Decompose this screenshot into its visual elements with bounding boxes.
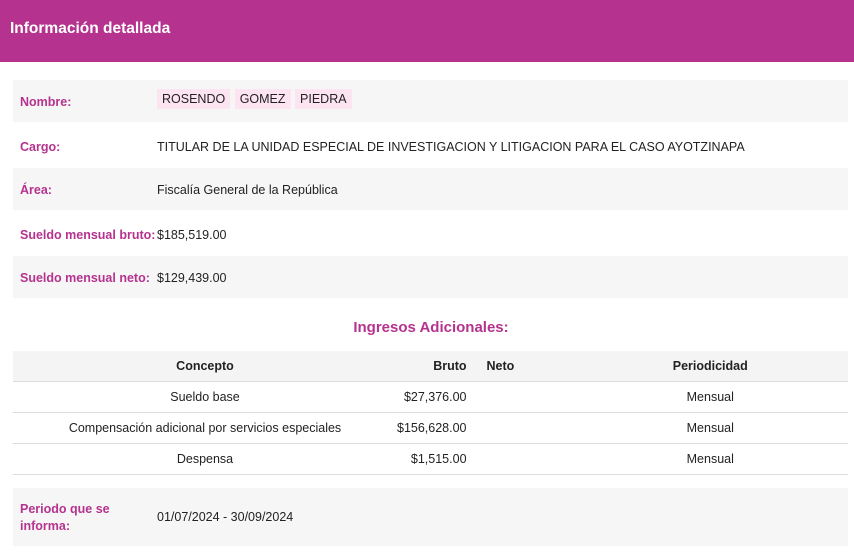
col-header-neto: Neto: [466, 351, 573, 382]
field-label-neto: Sueldo mensual neto:: [20, 271, 150, 285]
section-title-ingresos: Ingresos Adicionales:: [353, 319, 509, 336]
name-chip-first: ROSENDO: [157, 89, 231, 109]
ingresos-table: Concepto Bruto Neto Periodicidad Sueldo …: [13, 351, 848, 475]
cell-periodicidad: Mensual: [572, 381, 848, 413]
field-value-cargo: TITULAR DE LA UNIDAD ESPECIAL DE INVESTI…: [157, 140, 745, 154]
cell-bruto: $27,376.00: [397, 381, 467, 413]
table-row: Despensa $1,515.00 Mensual: [13, 443, 848, 475]
field-row-cargo: Cargo: TITULAR DE LA UNIDAD ESPECIAL DE …: [13, 124, 848, 168]
field-row-bruto: Sueldo mensual bruto: $185,519.00: [13, 212, 848, 256]
field-label-area: Área:: [20, 183, 52, 197]
name-chip-last2: PIEDRA: [295, 89, 352, 109]
field-value-nombre: ROSENDO GOMEZ PIEDRA: [157, 89, 353, 109]
col-header-concepto: Concepto: [13, 351, 397, 382]
cell-periodicidad: Mensual: [572, 443, 848, 475]
page-title: Información detallada: [10, 20, 171, 37]
field-row-nombre: Nombre: ROSENDO GOMEZ PIEDRA: [13, 80, 848, 122]
cell-neto: [466, 412, 573, 444]
field-value-neto: $129,439.00: [157, 271, 227, 285]
cell-periodicidad: Mensual: [572, 412, 848, 444]
field-value-periodo: 01/07/2024 - 30/09/2024: [157, 510, 294, 524]
cell-bruto: $1,515.00: [397, 443, 467, 475]
page-header: Información detallada: [0, 0, 854, 62]
table-row: Sueldo base $27,376.00 Mensual: [13, 381, 848, 413]
cell-concepto: Compensación adicional por servicios esp…: [13, 412, 397, 444]
cell-bruto: $156,628.00: [397, 412, 467, 444]
cell-concepto: Despensa: [13, 443, 397, 475]
field-label-periodo-line1: Periodo que se: [20, 502, 110, 516]
field-row-neto: Sueldo mensual neto: $129,439.00: [13, 256, 848, 298]
field-value-bruto: $185,519.00: [157, 228, 227, 242]
field-row-periodo: Periodo que se informa: 01/07/2024 - 30/…: [13, 488, 848, 546]
field-label-nombre: Nombre:: [20, 95, 72, 109]
field-label-periodo-line2: informa:: [20, 519, 70, 533]
col-header-bruto: Bruto: [397, 351, 467, 382]
field-label-cargo: Cargo:: [20, 140, 61, 154]
cell-neto: [466, 381, 573, 413]
field-row-area: Área: Fiscalía General de la República: [13, 168, 848, 210]
field-value-area: Fiscalía General de la República: [157, 183, 338, 197]
field-label-bruto: Sueldo mensual bruto:: [20, 228, 156, 242]
cell-neto: [466, 443, 573, 475]
cell-concepto: Sueldo base: [13, 381, 397, 413]
table-row: Compensación adicional por servicios esp…: [13, 412, 848, 444]
field-label-periodo: Periodo que se informa:: [20, 501, 110, 535]
name-chip-last1: GOMEZ: [234, 89, 291, 109]
ingresos-header-row: Concepto Bruto Neto Periodicidad: [13, 351, 848, 382]
col-header-periodicidad: Periodicidad: [572, 351, 848, 382]
